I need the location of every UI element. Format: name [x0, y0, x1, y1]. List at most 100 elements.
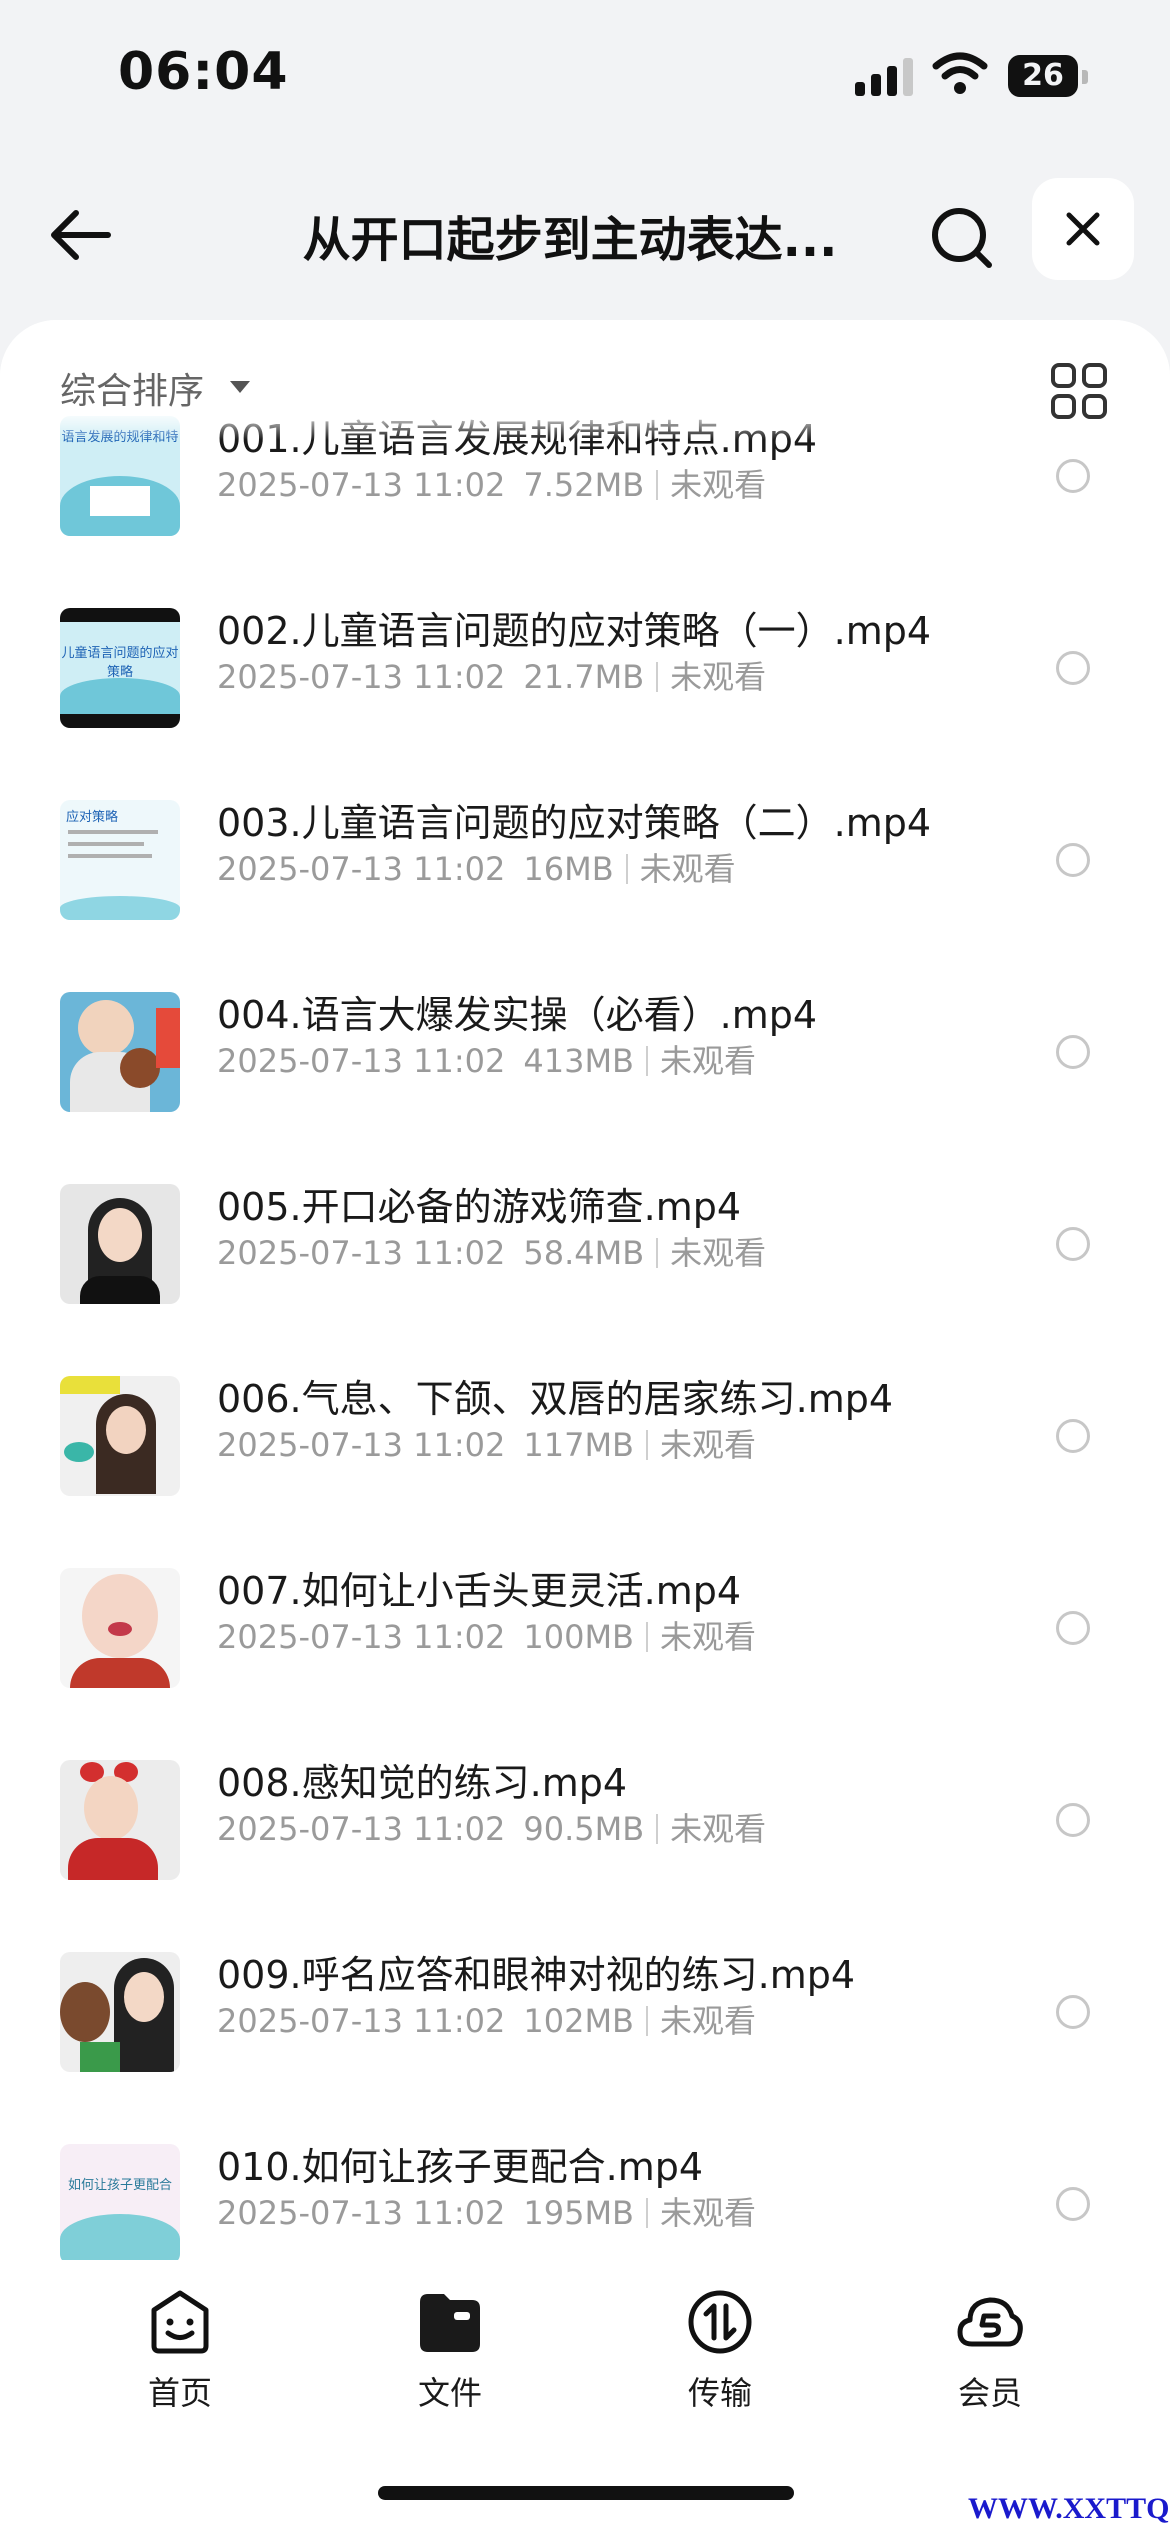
- tab-label: 首页: [147, 2374, 212, 2412]
- meta-divider: [656, 1814, 659, 1844]
- tab-home[interactable]: 首页: [100, 2288, 260, 2438]
- home-face-icon: [151, 2290, 209, 2354]
- file-meta: 2025-07-13 11:02 7.52MB 未观看: [217, 460, 766, 506]
- tab-label: 文件: [417, 2374, 482, 2412]
- file-date: 2025-07-13 11:02: [217, 1234, 506, 1272]
- file-list-item[interactable]: 008.感知觉的练习.mp4 2025-07-13 11:02 90.5MB 未观看: [0, 1760, 1170, 1952]
- back-button[interactable]: [40, 195, 120, 275]
- file-name: 010.如何让孩子更配合.mp4: [217, 2145, 704, 2189]
- file-list-item[interactable]: 005.开口必备的游戏筛查.mp4 2025-07-13 11:02 58.4MB…: [0, 1184, 1170, 1376]
- file-list-item[interactable]: 006.气息、下颌、双唇的居家练习.mp4 2025-07-13 11:02 11…: [0, 1376, 1170, 1568]
- vip-cloud-icon: [957, 2297, 1023, 2347]
- file-meta: 2025-07-13 11:02 90.5MB 未观看: [217, 1804, 766, 1850]
- file-size: 16MB: [523, 850, 614, 888]
- file-meta: 2025-07-13 11:02 413MB 未观看: [217, 1036, 756, 1082]
- file-date: 2025-07-13 11:02: [217, 2002, 506, 2040]
- meta-divider: [646, 1046, 648, 1076]
- file-date: 2025-07-13 11:02: [217, 466, 506, 504]
- close-icon: [1066, 212, 1100, 246]
- watch-status: 未观看: [660, 1426, 757, 1464]
- video-thumbnail: [60, 1760, 180, 1880]
- watch-status: 未观看: [639, 850, 736, 888]
- select-radio[interactable]: [1056, 1995, 1090, 2029]
- status-time: 06:04: [118, 42, 289, 102]
- select-radio[interactable]: [1056, 1611, 1090, 1645]
- file-meta: 2025-07-13 11:02 195MB 未观看: [217, 2188, 756, 2234]
- file-list-item[interactable]: 009.呼名应答和眼神对视的练习.mp4 2025-07-13 11:02 102…: [0, 1952, 1170, 2144]
- video-thumbnail: 应对策略: [60, 800, 180, 920]
- file-date: 2025-07-13 11:02: [217, 658, 506, 696]
- sort-bar: 综合排序: [0, 320, 1170, 440]
- meta-divider: [625, 854, 628, 884]
- file-meta: 2025-07-13 11:02 21.7MB 未观看: [217, 652, 766, 698]
- arrow-left-icon: [51, 210, 111, 260]
- select-radio[interactable]: [1056, 651, 1090, 685]
- video-thumbnail: [60, 1184, 180, 1304]
- sort-dropdown[interactable]: 综合排序: [60, 350, 260, 420]
- top-nav-bar: 从开口起步到主动表达...: [0, 150, 1170, 315]
- meta-divider: [646, 2006, 648, 2036]
- file-date: 2025-07-13 11:02: [217, 1618, 506, 1656]
- transfer-icon: [688, 2290, 752, 2354]
- home-indicator[interactable]: [378, 2486, 794, 2500]
- file-name: 005.开口必备的游戏筛查.mp4: [217, 1185, 742, 1229]
- file-list-panel: 语言发展的规律和特 001.儿童语言发展规律和特点.mp4 2025-07-13…: [0, 320, 1170, 2260]
- file-size: 90.5MB: [523, 1810, 645, 1848]
- watch-status: 未观看: [670, 658, 767, 696]
- file-name: 002.儿童语言问题的应对策略（一）.mp4: [217, 609, 932, 653]
- select-radio[interactable]: [1056, 843, 1090, 877]
- select-radio[interactable]: [1056, 1227, 1090, 1261]
- folder-icon: [420, 2294, 480, 2352]
- video-thumbnail: [60, 992, 180, 1112]
- watermark: WWW.XXTTQ.COM: [968, 2492, 1170, 2525]
- meta-divider: [656, 1238, 659, 1268]
- meta-divider: [656, 662, 659, 692]
- file-list[interactable]: 语言发展的规律和特 001.儿童语言发展规律和特点.mp4 2025-07-13…: [0, 320, 1170, 2260]
- search-icon: [932, 208, 992, 268]
- file-list-item[interactable]: 儿童语言问题的应对策略 002.儿童语言问题的应对策略（一）.mp4 2025-…: [0, 608, 1170, 800]
- file-list-item[interactable]: 语言发展的规律和特 001.儿童语言发展规律和特点.mp4 2025-07-13…: [0, 416, 1170, 608]
- file-size: 58.4MB: [523, 1234, 645, 1272]
- file-size: 21.7MB: [523, 658, 645, 696]
- file-list-item[interactable]: 004.语言大爆发实操（必看）.mp4 2025-07-13 11:02 413M…: [0, 992, 1170, 1184]
- file-meta: 2025-07-13 11:02 58.4MB 未观看: [217, 1228, 766, 1274]
- close-button[interactable]: [1032, 178, 1134, 280]
- thumbnail-caption: 应对策略: [66, 810, 119, 825]
- select-radio[interactable]: [1056, 1035, 1090, 1069]
- file-name: 004.语言大爆发实操（必看）.mp4: [217, 993, 818, 1037]
- meta-divider: [646, 1430, 648, 1460]
- tab-vip[interactable]: 会员: [910, 2288, 1070, 2438]
- thumbnail-caption: 如何让孩子更配合: [67, 2178, 172, 2193]
- file-meta: 2025-07-13 11:02 100MB 未观看: [217, 1612, 756, 1658]
- file-size: 100MB: [523, 1618, 634, 1656]
- search-button[interactable]: [922, 198, 1002, 278]
- video-thumbnail: [60, 1952, 180, 2072]
- select-radio[interactable]: [1056, 1419, 1090, 1453]
- battery-cap: [1082, 70, 1088, 84]
- file-size: 117MB: [523, 1426, 634, 1464]
- file-name: 007.如何让小舌头更灵活.mp4: [217, 1569, 742, 1613]
- grid-view-icon[interactable]: [1050, 362, 1108, 420]
- select-radio[interactable]: [1056, 1803, 1090, 1837]
- battery-icon: 26: [1008, 55, 1078, 97]
- meta-divider: [656, 470, 659, 500]
- file-size: 102MB: [523, 2002, 634, 2040]
- sort-label: 综合排序: [60, 371, 205, 412]
- video-thumbnail: 儿童语言问题的应对策略: [60, 608, 180, 728]
- select-radio[interactable]: [1056, 459, 1090, 493]
- watch-status: 未观看: [660, 2002, 757, 2040]
- tab-files[interactable]: 文件: [370, 2288, 530, 2438]
- file-name: 003.儿童语言问题的应对策略（二）.mp4: [217, 801, 932, 845]
- cellular-signal-icon: [855, 56, 915, 96]
- watch-status: 未观看: [670, 1810, 767, 1848]
- file-list-item[interactable]: 如何让孩子更配合 010.如何让孩子更配合.mp4 2025-07-13 11:…: [0, 2144, 1170, 2260]
- select-radio[interactable]: [1056, 2187, 1090, 2221]
- file-date: 2025-07-13 11:02: [217, 1042, 506, 1080]
- file-list-item[interactable]: 应对策略 003.儿童语言问题的应对策略（二）.mp4 2025-07-13 1…: [0, 800, 1170, 992]
- file-size: 413MB: [523, 1042, 634, 1080]
- file-date: 2025-07-13 11:02: [217, 1810, 506, 1848]
- tab-label: 传输: [687, 2374, 752, 2412]
- file-list-item[interactable]: 007.如何让小舌头更灵活.mp4 2025-07-13 11:02 100MB 未…: [0, 1568, 1170, 1760]
- tab-transfer[interactable]: 传输: [640, 2288, 800, 2438]
- watch-status: 未观看: [670, 1234, 767, 1272]
